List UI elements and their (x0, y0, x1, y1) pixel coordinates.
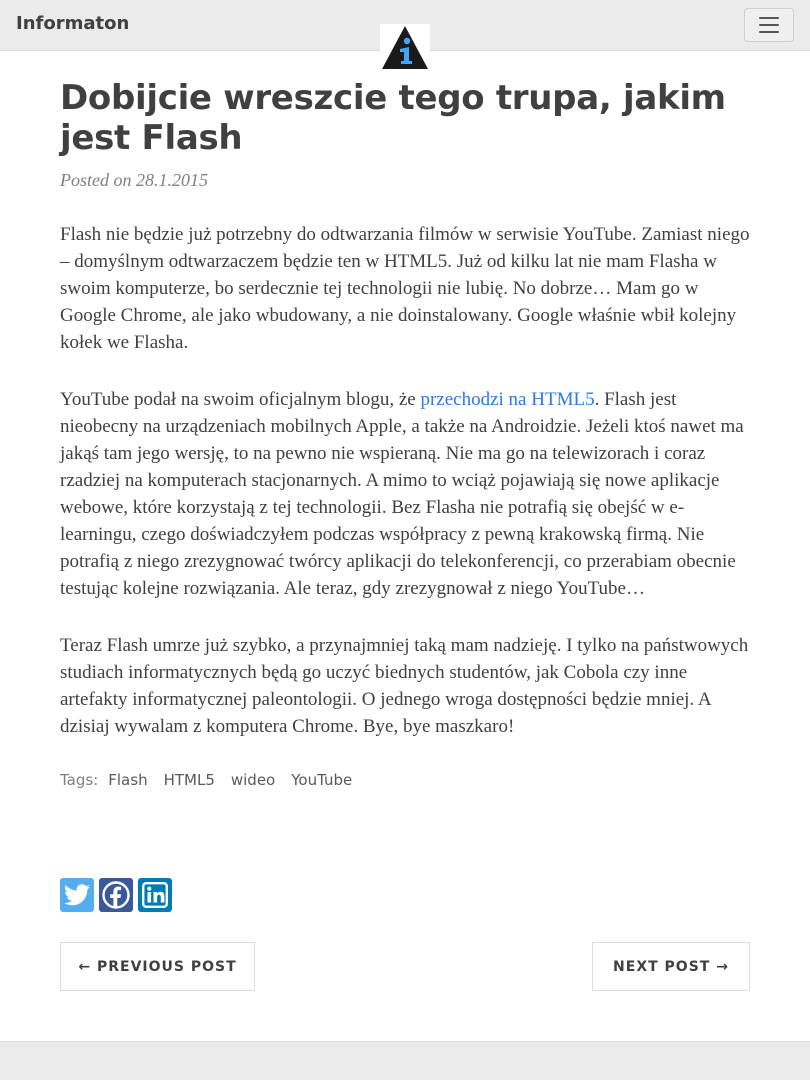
paragraph-2: YouTube podał na swoim oficjalnym blogu,… (60, 386, 752, 602)
tag-flash[interactable]: Flash (108, 770, 147, 790)
paragraph-2-start: YouTube podał na swoim oficjalnym blogu,… (60, 389, 421, 410)
post-content: Dobijcie wreszcie tego trupa, jakim jest… (60, 78, 752, 991)
share-twitter-button[interactable] (60, 878, 94, 912)
share-buttons (60, 878, 172, 912)
hamburger-icon (759, 17, 779, 19)
hamburger-icon (759, 31, 779, 33)
share-facebook-button[interactable] (99, 878, 133, 912)
menu-toggle-button[interactable] (744, 8, 794, 42)
tag-html5[interactable]: HTML5 (164, 770, 215, 790)
hamburger-icon (759, 24, 779, 26)
navbar: Informaton (0, 0, 810, 70)
post-body: Flash nie będzie już potrzebny do odtwar… (60, 221, 752, 740)
previous-post-button[interactable]: ← PREVIOUS POST (60, 942, 255, 991)
next-post-button[interactable]: NEXT POST → (592, 942, 750, 991)
linkedin-icon (142, 882, 168, 908)
twitter-icon (64, 884, 90, 906)
post-title: Dobijcie wreszcie tego trupa, jakim jest… (60, 78, 726, 158)
tags-label: Tags: (60, 771, 99, 789)
tag-youtube[interactable]: YouTube (291, 770, 352, 790)
post-meta: Posted on 28.1.2015 (60, 170, 208, 190)
paragraph-2-end: . Flash jest nieobecny na urządzeniach m… (60, 389, 744, 599)
footer (0, 1041, 810, 1080)
brand-link[interactable]: Informaton (16, 13, 129, 34)
html5-link[interactable]: przechodzi na HTML5 (420, 389, 594, 410)
site-logo[interactable] (380, 24, 430, 70)
share-linkedin-button[interactable] (138, 878, 172, 912)
info-triangle-icon (382, 26, 428, 69)
tag-wideo[interactable]: wideo (231, 770, 275, 790)
post-pager: ← PREVIOUS POST NEXT POST → (60, 942, 750, 991)
paragraph-1: Flash nie będzie już potrzebny do odtwar… (60, 224, 750, 353)
facebook-icon (102, 881, 130, 909)
paragraph-3: Teraz Flash umrze już szybko, a przynajm… (60, 635, 749, 737)
tags-list: Tags: Flash HTML5 wideo YouTube (60, 770, 752, 790)
